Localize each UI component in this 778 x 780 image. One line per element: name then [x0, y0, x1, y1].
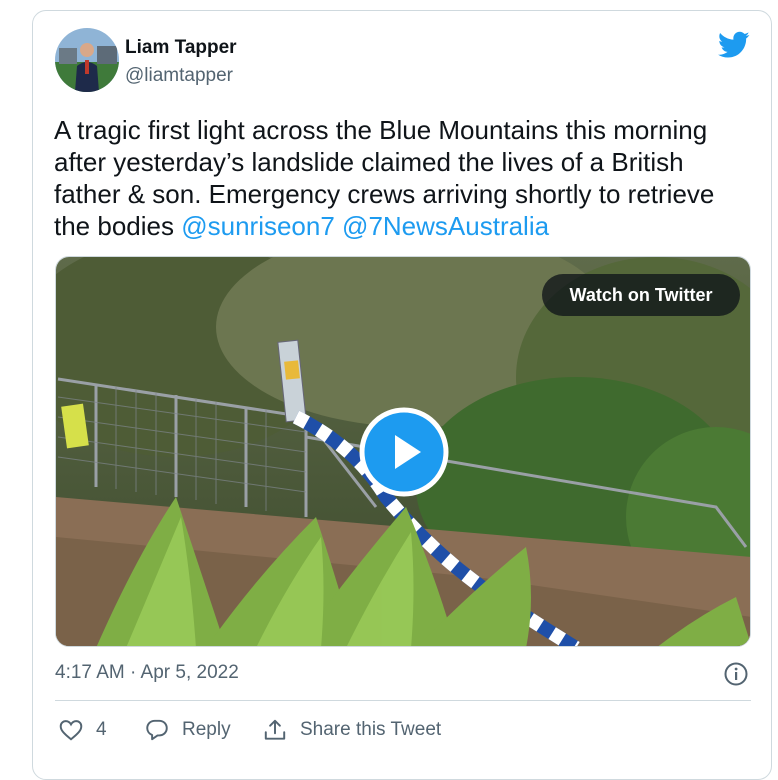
like-count: 4 — [96, 719, 107, 740]
avatar[interactable] — [55, 28, 119, 92]
reply-icon — [146, 719, 168, 741]
play-button[interactable] — [359, 407, 449, 497]
author-handle[interactable]: @liamtapper — [125, 65, 233, 87]
divider — [55, 700, 751, 701]
watch-on-twitter-button[interactable]: Watch on Twitter — [542, 274, 740, 316]
video-player[interactable]: Watch on Twitter — [55, 256, 751, 647]
share-label: Share this Tweet — [300, 719, 442, 740]
tweet-text: A tragic first light across the Blue Mou… — [54, 114, 754, 242]
mention-7newsaustralia[interactable]: @7NewsAustralia — [342, 211, 549, 241]
reply-button[interactable]: Reply — [144, 715, 231, 745]
share-button[interactable]: Share this Tweet — [262, 715, 441, 745]
twitter-bird-icon[interactable] — [718, 31, 750, 59]
play-icon — [359, 407, 449, 497]
tweet-timestamp[interactable]: 4:17 AM · Apr 5, 2022 — [55, 662, 239, 684]
mention-sunriseon7[interactable]: @sunriseon7 — [181, 211, 335, 241]
like-button[interactable]: 4 — [58, 715, 107, 745]
author-name[interactable]: Liam Tapper — [125, 37, 237, 59]
tweet-card: Liam Tapper @liamtapper A tragic first l… — [32, 10, 772, 780]
heart-icon — [59, 720, 83, 741]
info-icon[interactable] — [723, 661, 749, 687]
share-icon — [264, 719, 286, 740]
reply-label: Reply — [182, 719, 231, 740]
